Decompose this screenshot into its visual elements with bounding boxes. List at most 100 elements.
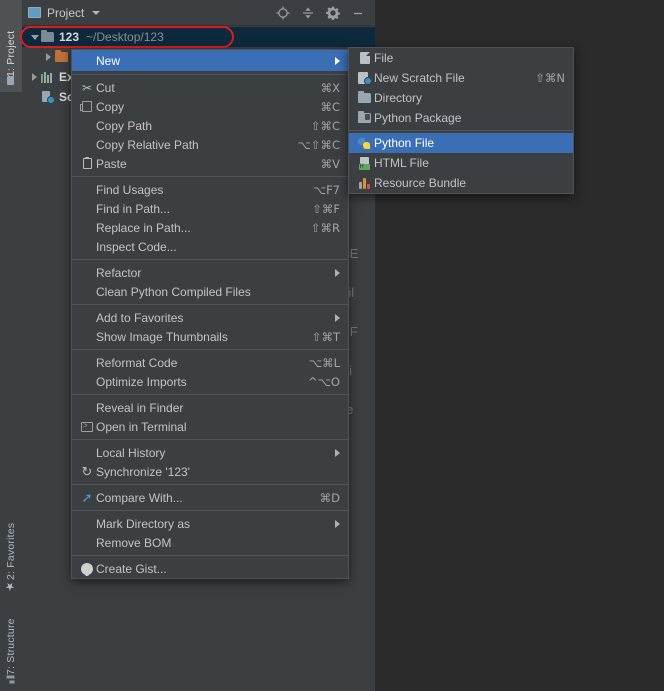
sync-icon: ↻ <box>78 465 96 478</box>
sidebar-item-label: 2: Favorites <box>5 523 17 580</box>
submenu-item-file[interactable]: File <box>349 48 573 68</box>
chevron-down-icon[interactable] <box>92 11 100 15</box>
menu-item-label: Find Usages <box>96 183 295 197</box>
gear-icon[interactable] <box>325 5 340 20</box>
menu-item-label: New <box>96 54 325 68</box>
menu-separator <box>72 439 348 440</box>
menu-item-local-history[interactable]: Local History <box>72 443 348 462</box>
submenu-item-new-scratch-file[interactable]: New Scratch File ⇧⌘N <box>349 68 573 88</box>
menu-item-create-gist[interactable]: Create Gist... <box>72 559 348 578</box>
context-menu: New ✂ Cut ⌘X Copy ⌘C Copy Path ⇧⌘C Copy … <box>71 49 349 579</box>
submenu-item-label: File <box>374 51 565 65</box>
tree-row[interactable]: 123 ~/Desktop/123 <box>22 27 375 47</box>
scratch-file-icon <box>355 72 374 84</box>
menu-item-copy[interactable]: Copy ⌘C <box>72 97 348 116</box>
project-panel-title-group[interactable]: Project <box>28 6 100 20</box>
menu-item-label: Replace in Path... <box>96 221 293 235</box>
project-panel-header: Project <box>22 0 375 26</box>
directory-icon <box>355 93 374 103</box>
menu-item-optimize-imports[interactable]: Optimize Imports ^⌥O <box>72 372 348 391</box>
copy-icon <box>78 101 96 112</box>
submenu-arrow-icon <box>335 520 340 528</box>
menu-separator <box>72 349 348 350</box>
resource-bundle-icon <box>355 177 374 189</box>
menu-item-reformat-code[interactable]: Reformat Code ⌥⌘L <box>72 353 348 372</box>
sidebar-item-structure[interactable]: 7: Structure <box>0 604 22 691</box>
expand-arrow-icon[interactable] <box>42 53 55 61</box>
submenu-item-html-file[interactable]: H HTML File <box>349 153 573 173</box>
menu-item-add-to-favorites[interactable]: Add to Favorites <box>72 308 348 327</box>
scratches-icon <box>41 91 54 103</box>
python-package-icon <box>355 113 374 123</box>
menu-item-remove-bom[interactable]: Remove BOM <box>72 533 348 552</box>
menu-item-label: Compare With... <box>96 491 302 505</box>
submenu-item-label: Python Package <box>374 111 565 125</box>
library-icon <box>41 72 54 83</box>
submenu-item-label: Directory <box>374 91 565 105</box>
menu-separator <box>72 176 348 177</box>
menu-item-clean-python-compiled-files[interactable]: Clean Python Compiled Files <box>72 282 348 301</box>
submenu-item-python-file[interactable]: Python File <box>349 133 573 153</box>
sidebar-item-project[interactable]: 1: Project <box>0 0 22 92</box>
expand-arrow-icon[interactable] <box>28 35 41 40</box>
submenu-arrow-icon <box>335 269 340 277</box>
menu-item-accel: ⌥⇧⌘C <box>298 138 340 152</box>
cut-icon: ✂ <box>78 82 96 94</box>
terminal-icon <box>78 422 96 432</box>
sidebar-item-label: 1: Project <box>5 31 17 77</box>
submenu-item-label: New Scratch File <box>374 71 535 85</box>
menu-item-show-image-thumbnails[interactable]: Show Image Thumbnails ⇧⌘T <box>72 327 348 346</box>
tree-node-path: ~/Desktop/123 <box>86 30 164 44</box>
submenu-arrow-icon <box>335 449 340 457</box>
locate-icon[interactable] <box>275 5 290 20</box>
menu-item-label: Mark Directory as <box>96 517 325 531</box>
submenu-item-accel: ⇧⌘N <box>535 71 565 85</box>
menu-item-accel: ⌥⌘L <box>309 356 340 370</box>
menu-item-copy-relative-path[interactable]: Copy Relative Path ⌥⇧⌘C <box>72 135 348 154</box>
menu-item-compare-with[interactable]: ➚ Compare With... ⌘D <box>72 488 348 507</box>
menu-item-find-usages[interactable]: Find Usages ⌥F7 <box>72 180 348 199</box>
submenu-item-label: Resource Bundle <box>374 176 565 190</box>
menu-item-label: Synchronize '123' <box>96 465 340 479</box>
menu-item-new[interactable]: New <box>72 50 348 71</box>
collapse-all-icon[interactable] <box>300 5 315 20</box>
project-panel-actions <box>275 5 369 20</box>
menu-item-paste[interactable]: Paste ⌘V <box>72 154 348 173</box>
pycharm-window: 1: Project ★ 2: Favorites 7: Structure P… <box>0 0 664 691</box>
menu-item-mark-directory-as[interactable]: Mark Directory as <box>72 514 348 533</box>
menu-item-cut[interactable]: ✂ Cut ⌘X <box>72 78 348 97</box>
expand-arrow-icon[interactable] <box>28 73 41 81</box>
menu-item-label: Clean Python Compiled Files <box>96 285 340 299</box>
minimize-icon[interactable] <box>350 5 365 20</box>
menu-item-accel: ⌘X <box>321 81 340 95</box>
submenu-item-resource-bundle[interactable]: Resource Bundle <box>349 173 573 193</box>
menu-item-find-in-path[interactable]: Find in Path... ⇧⌘F <box>72 199 348 218</box>
compare-icon: ➚ <box>78 491 96 504</box>
menu-item-accel: ⇧⌘F <box>312 202 340 216</box>
menu-separator <box>72 555 348 556</box>
menu-item-copy-path[interactable]: Copy Path ⇧⌘C <box>72 116 348 135</box>
menu-separator <box>72 484 348 485</box>
new-submenu: File New Scratch File ⇧⌘N Directory Pyth… <box>348 47 574 194</box>
menu-item-label: Copy Path <box>96 119 293 133</box>
menu-item-reveal-in-finder[interactable]: Reveal in Finder <box>72 398 348 417</box>
submenu-item-python-package[interactable]: Python Package <box>349 108 573 128</box>
menu-item-label: Reformat Code <box>96 356 291 370</box>
menu-item-label: Show Image Thumbnails <box>96 330 294 344</box>
menu-item-replace-in-path[interactable]: Replace in Path... ⇧⌘R <box>72 218 348 237</box>
menu-separator <box>72 74 348 75</box>
menu-separator <box>72 394 348 395</box>
menu-item-accel: ⇧⌘T <box>312 330 340 344</box>
tree-node-name: 123 <box>59 30 79 44</box>
submenu-item-directory[interactable]: Directory <box>349 88 573 108</box>
project-icon <box>28 7 41 18</box>
menu-item-synchronize[interactable]: ↻ Synchronize '123' <box>72 462 348 481</box>
sidebar-item-favorites[interactable]: ★ 2: Favorites <box>0 503 22 601</box>
submenu-arrow-icon <box>335 314 340 322</box>
menu-item-inspect-code[interactable]: Inspect Code... <box>72 237 348 256</box>
menu-item-refactor[interactable]: Refactor <box>72 263 348 282</box>
file-icon <box>355 52 374 64</box>
menu-item-open-in-terminal[interactable]: Open in Terminal <box>72 417 348 436</box>
menu-item-accel: ⇧⌘C <box>311 119 340 133</box>
paste-icon <box>78 158 96 169</box>
